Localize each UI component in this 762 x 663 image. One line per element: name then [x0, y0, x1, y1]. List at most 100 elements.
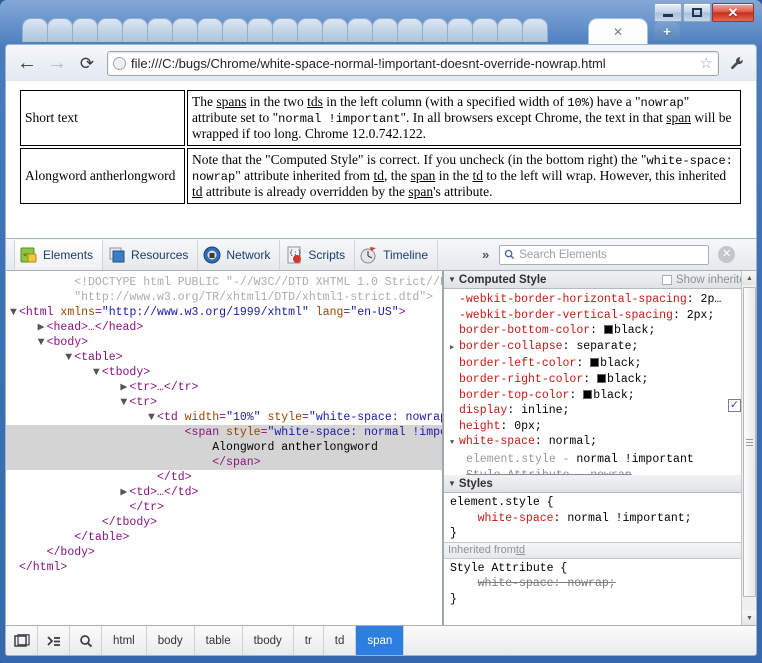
- breadcrumb-item-html[interactable]: html: [102, 626, 147, 655]
- background-tab[interactable]: [347, 18, 373, 42]
- new-tab-button[interactable]: +: [654, 22, 680, 40]
- breadcrumb-item-table[interactable]: table: [195, 626, 243, 655]
- computed-property[interactable]: border-top-color: black;: [444, 388, 756, 404]
- dom-node-line[interactable]: <!DOCTYPE html PUBLIC "-//W3C//DTD XHTML…: [6, 275, 442, 290]
- background-tab[interactable]: [247, 18, 273, 42]
- dom-node-line[interactable]: ▼ <table>: [6, 350, 442, 365]
- tab-network[interactable]: Network: [198, 239, 281, 270]
- dom-node-line[interactable]: </td>: [6, 470, 442, 485]
- background-tab[interactable]: [147, 18, 173, 42]
- dock-icon[interactable]: [6, 626, 38, 655]
- tab-timeline[interactable]: Timeline: [355, 239, 438, 270]
- dom-node-line[interactable]: ▼ <body>: [6, 335, 442, 350]
- rule-value[interactable]: normal !important;: [567, 512, 691, 525]
- background-tab[interactable]: [172, 18, 198, 42]
- rule-property[interactable]: white-space: [478, 512, 554, 525]
- computed-property[interactable]: height: 0px;: [444, 419, 756, 435]
- disclosure-triangle[interactable]: ▶: [38, 320, 47, 335]
- background-tab[interactable]: [522, 18, 548, 42]
- computed-property[interactable]: display: inline;: [444, 403, 756, 419]
- computed-property[interactable]: border-left-color: black;: [444, 356, 756, 372]
- dom-node-line[interactable]: </tr>: [6, 500, 442, 515]
- sidebar-scrollbar[interactable]: ▲ ▼: [741, 271, 756, 625]
- background-tab[interactable]: [97, 18, 123, 42]
- dom-node-line[interactable]: ▶ <head>…</head>: [6, 320, 442, 335]
- background-tab[interactable]: [497, 18, 523, 42]
- dom-node-line[interactable]: </body>: [6, 545, 442, 560]
- dom-node-line[interactable]: ▶ <tr>…</tr>: [6, 380, 442, 395]
- background-tab[interactable]: [272, 18, 298, 42]
- background-tab[interactable]: [22, 18, 48, 42]
- breadcrumb-item-tbody[interactable]: tbody: [243, 626, 294, 655]
- disclosure-triangle[interactable]: ▼: [148, 410, 157, 425]
- disclosure-triangle[interactable]: ▼: [38, 335, 47, 350]
- dom-node-line[interactable]: Alongword antherlongword: [6, 440, 442, 455]
- dom-node-line[interactable]: "http://www.w3.org/TR/xhtml1/DTD/xhtml1-…: [6, 290, 442, 305]
- scrollbar-thumb[interactable]: [743, 287, 756, 597]
- reload-button[interactable]: ⟳: [72, 49, 102, 77]
- address-bar[interactable]: file:///C:/bugs/Chrome/white-space-norma…: [107, 50, 719, 76]
- inherited-selector[interactable]: Style Attribute {: [446, 561, 756, 577]
- active-tab[interactable]: ✕: [588, 18, 648, 44]
- background-tab[interactable]: [222, 18, 248, 42]
- scroll-up-button[interactable]: ▲: [742, 271, 756, 285]
- breadcrumb-item-tr[interactable]: tr: [294, 626, 324, 655]
- dom-node-line[interactable]: </span>: [6, 455, 442, 470]
- dom-node-line[interactable]: ▼ <td width="10%" style="white-space: now…: [6, 410, 442, 425]
- background-tab[interactable]: [297, 18, 323, 42]
- rule-selector[interactable]: element.style {: [446, 495, 756, 511]
- computed-source-overridden[interactable]: Style Attribute - nowrap: [444, 468, 756, 475]
- back-button[interactable]: ←: [12, 49, 42, 77]
- search-input[interactable]: Search Elements: [499, 244, 710, 265]
- search-icon[interactable]: [70, 626, 102, 655]
- background-tab[interactable]: [122, 18, 148, 42]
- disclosure-triangle[interactable]: ▼: [65, 350, 74, 365]
- background-tab[interactable]: [47, 18, 73, 42]
- computed-property[interactable]: -webkit-border-horizontal-spacing: 2p…: [444, 292, 756, 308]
- show-inherited-checkbox[interactable]: [661, 274, 672, 285]
- devtools-overflow-button[interactable]: »: [482, 247, 489, 262]
- computed-property[interactable]: ▶ border-collapse: separate;: [444, 339, 756, 357]
- page-info-icon[interactable]: [113, 56, 126, 70]
- computed-property[interactable]: -webkit-border-vertical-spacing: 2px;: [444, 308, 756, 324]
- computed-property[interactable]: border-bottom-color: black;: [444, 323, 756, 339]
- inherited-tag[interactable]: td: [516, 544, 525, 556]
- breadcrumb-item-body[interactable]: body: [147, 626, 195, 655]
- inherited-value[interactable]: nowrap;: [567, 577, 615, 590]
- dom-node-line[interactable]: ▼ <html xmlns="http://www.w3.org/1999/xht…: [6, 305, 442, 320]
- devtools-close-button[interactable]: ✕: [718, 246, 736, 263]
- style-enabled-checkbox[interactable]: ✓: [728, 399, 741, 412]
- background-tab[interactable]: [197, 18, 223, 42]
- dom-node-line[interactable]: </table>: [6, 530, 442, 545]
- console-icon[interactable]: [38, 626, 70, 655]
- show-inherited-toggle[interactable]: Show inherited: [661, 274, 752, 286]
- styles-header[interactable]: ▼ Styles ⚙: [444, 475, 756, 493]
- disclosure-triangle[interactable]: ▼: [93, 365, 102, 380]
- background-tab[interactable]: [397, 18, 423, 42]
- computed-style-header[interactable]: ▼ Computed Style Show inherited: [444, 271, 756, 289]
- wrench-menu-button[interactable]: [724, 56, 750, 71]
- dom-node-line[interactable]: </html>: [6, 560, 442, 575]
- background-tab[interactable]: [472, 18, 498, 42]
- computed-property-white-space[interactable]: ▼ white-space: normal;: [444, 434, 756, 452]
- dom-tree-pane[interactable]: <!DOCTYPE html PUBLIC "-//W3C//DTD XHTML…: [6, 271, 442, 625]
- tab-scripts[interactable]: {;} Scripts: [280, 239, 356, 270]
- scroll-down-button[interactable]: ▼: [742, 611, 756, 625]
- tab-resources[interactable]: Resources: [103, 239, 199, 270]
- dom-node-line[interactable]: ▼ <tr>: [6, 395, 442, 410]
- computed-property[interactable]: border-right-color: black;: [444, 372, 756, 388]
- inherited-property[interactable]: white-space: [478, 577, 554, 590]
- rule-declaration[interactable]: white-space: normal !important;: [446, 511, 756, 527]
- background-tab[interactable]: [322, 18, 348, 42]
- dom-node-line[interactable]: <span style="white-space: normal !import…: [6, 425, 442, 440]
- disclosure-triangle[interactable]: ▼: [10, 305, 19, 320]
- computed-source-active[interactable]: element.style - normal !important: [444, 452, 756, 468]
- breadcrumb-item-span[interactable]: span: [356, 626, 405, 655]
- dom-node-line[interactable]: </tbody>: [6, 515, 442, 530]
- background-tab[interactable]: [447, 18, 473, 42]
- background-tab[interactable]: [372, 18, 398, 42]
- inherited-declaration[interactable]: white-space: nowrap;: [446, 576, 756, 592]
- breadcrumb-item-td[interactable]: td: [324, 626, 357, 655]
- background-tab[interactable]: [72, 18, 98, 42]
- tab-elements[interactable]: <> Elements: [14, 239, 104, 270]
